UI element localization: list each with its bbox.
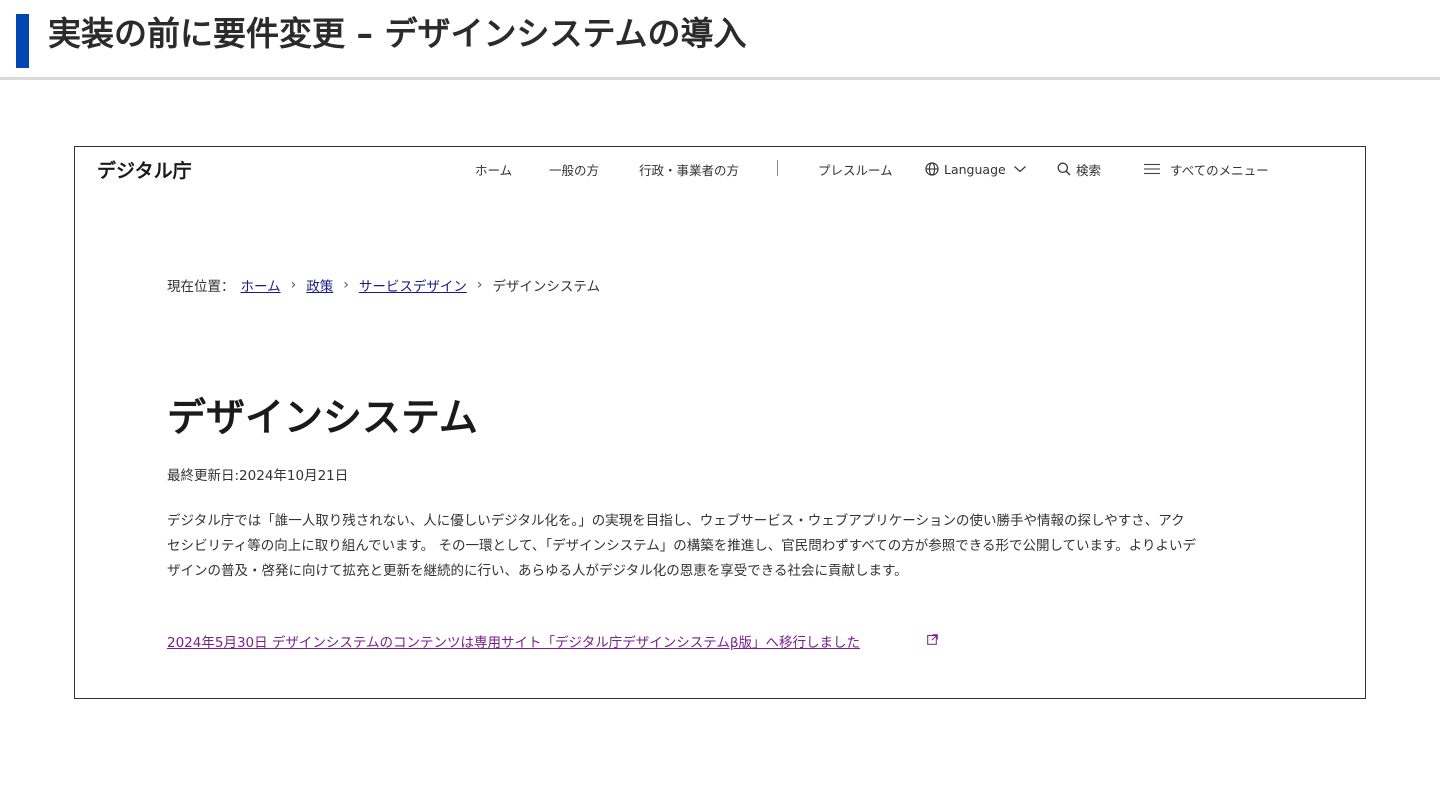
breadcrumb-chevron-icon: ›	[476, 277, 483, 293]
last-updated-date: 最終更新日:2024年10月21日	[167, 468, 349, 484]
breadcrumb-prefix: 現在位置：	[167, 279, 235, 295]
title-accent-bar	[16, 14, 29, 68]
nav-search-label: 検索	[1076, 162, 1102, 178]
nav-all-menu[interactable]: すべてのメニュー	[1143, 159, 1269, 179]
breadcrumb-current: デザインシステム	[492, 279, 601, 295]
migration-notice-link[interactable]: 2024年5月30日 デザインシステムのコンテンツは専用サイト「デジタル庁デザイ…	[167, 631, 860, 651]
slide-title: 実装の前に要件変更 – デザインシステムの導入	[48, 14, 747, 53]
nav-general[interactable]: 一般の方	[549, 159, 599, 179]
search-icon	[1057, 162, 1071, 176]
breadcrumb-service-design-link[interactable]: サービスデザイン	[359, 275, 467, 295]
breadcrumb-policy-link[interactable]: 政策	[306, 275, 333, 295]
nav-language[interactable]: Language	[925, 159, 1032, 179]
site-logo[interactable]: デジタル庁	[97, 156, 192, 183]
hamburger-menu-icon	[1144, 163, 1160, 175]
globe-icon	[925, 162, 939, 176]
nav-business[interactable]: 行政・事業者の方	[639, 159, 739, 179]
nav-press[interactable]: プレスルーム	[818, 159, 893, 179]
breadcrumb: 現在位置： ホーム › 政策 › サービスデザイン › デザインシステム	[167, 275, 600, 295]
breadcrumb-chevron-icon: ›	[343, 277, 349, 293]
nav-language-label: Language	[944, 161, 1006, 177]
website-screenshot-frame: デジタル庁 ホーム 一般の方 行政・事業者の方 プレスルーム Language …	[74, 146, 1366, 699]
nav-divider	[777, 160, 778, 176]
chevron-down-icon	[1013, 166, 1026, 173]
nav-all-menu-label: すべてのメニュー	[1170, 162, 1269, 178]
external-link-icon	[927, 634, 938, 645]
slide-header: 実装の前に要件変更 – デザインシステムの導入	[0, 0, 1440, 80]
nav-home[interactable]: ホーム	[475, 159, 512, 179]
breadcrumb-home-link[interactable]: ホーム	[241, 275, 281, 295]
page-title: デザインシステム	[167, 396, 478, 441]
breadcrumb-chevron-icon: ›	[290, 277, 297, 293]
intro-paragraph: デジタル庁では「誰一人取り残されない、人に優しいデジタル化を。」の実現を目指し、…	[167, 513, 1196, 579]
nav-search[interactable]: 検索	[1057, 159, 1101, 179]
